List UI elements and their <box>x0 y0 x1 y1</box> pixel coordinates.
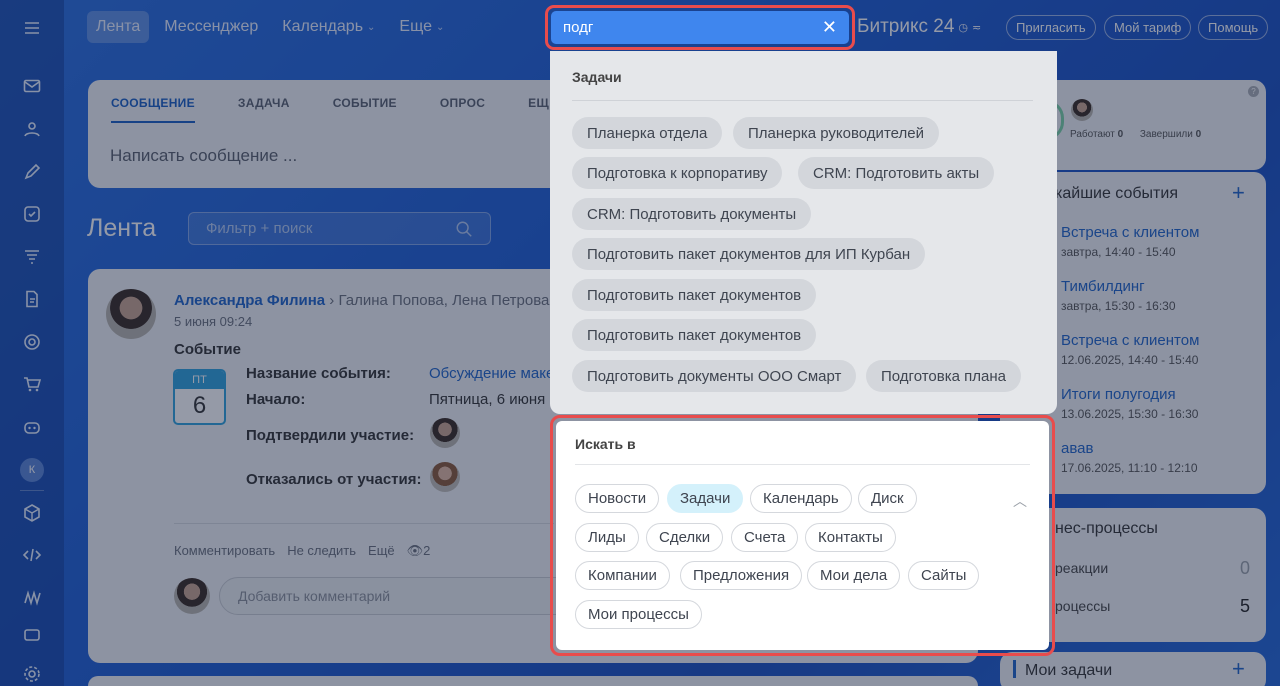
result-chip[interactable]: Подготовка к корпоративу <box>572 157 783 189</box>
search-scope-panel: Искать в ︿ Новости Задачи Календарь Диск… <box>556 421 1049 650</box>
scope-heading: Искать в <box>575 436 636 452</box>
result-chip[interactable]: Подготовка плана <box>866 360 1021 392</box>
results-heading: Задачи <box>572 69 622 85</box>
result-chip[interactable]: Планерка руководителей <box>733 117 939 149</box>
scope-tag[interactable]: Диск <box>858 484 917 513</box>
search-scope-highlight: Искать в ︿ Новости Задачи Календарь Диск… <box>550 415 1055 656</box>
scope-tag[interactable]: Календарь <box>750 484 852 513</box>
scope-divider <box>575 464 1030 465</box>
scope-tag[interactable]: Новости <box>575 484 660 513</box>
result-chip[interactable]: Подготовить документы ООО Смарт <box>572 360 857 392</box>
global-search-input[interactable]: подг ✕ <box>551 11 849 44</box>
result-chip[interactable]: Планерка отдела <box>572 117 723 149</box>
scope-tag[interactable]: Сайты <box>908 561 980 590</box>
clear-search-icon[interactable]: ✕ <box>822 17 837 38</box>
search-highlight: подг ✕ <box>545 5 855 50</box>
result-chip[interactable]: CRM: Подготовить документы <box>572 198 812 230</box>
result-chip[interactable]: Подготовить пакет документов <box>572 279 817 311</box>
scope-tag[interactable]: Лиды <box>575 523 639 552</box>
chevron-up-icon[interactable]: ︿ <box>1013 491 1027 509</box>
scope-tag[interactable]: Контакты <box>805 523 896 552</box>
result-chip[interactable]: Подготовить пакет документов для ИП Курб… <box>572 238 926 270</box>
scope-tag[interactable]: Счета <box>731 523 799 552</box>
result-chip[interactable]: Подготовить пакет документов <box>572 319 817 351</box>
search-results-dropdown: Задачи Планерка отдела Планерка руководи… <box>550 51 1057 414</box>
scope-tag[interactable]: Компании <box>575 561 670 590</box>
scope-tag[interactable]: Мои дела <box>807 561 901 590</box>
result-chip[interactable]: CRM: Подготовить акты <box>798 157 995 189</box>
scope-tag[interactable]: Сделки <box>646 523 724 552</box>
search-value: подг <box>563 19 594 36</box>
results-divider <box>572 100 1033 101</box>
scope-tag-selected[interactable]: Задачи <box>667 484 744 513</box>
scope-tag[interactable]: Мои процессы <box>575 600 702 629</box>
scope-tag[interactable]: Предложения <box>680 561 803 590</box>
